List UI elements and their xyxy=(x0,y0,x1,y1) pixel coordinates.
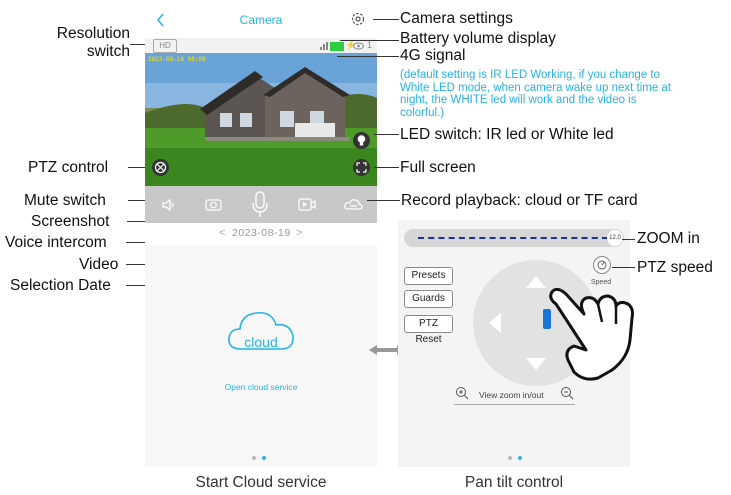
pointing-hand-icon xyxy=(549,287,634,381)
signal-icon xyxy=(320,42,328,50)
leader-line xyxy=(367,200,400,201)
control-bar xyxy=(145,186,377,223)
annotation-led-switch: LED switch: IR led or White led xyxy=(400,126,614,143)
phone-ptz-screen: 12.0 Presets Guards PTZ Reset Speed View… xyxy=(398,220,634,467)
ptz-icon xyxy=(154,161,167,174)
annotation-4g-signal: 4G signal xyxy=(400,47,466,64)
ptz-control-button[interactable] xyxy=(152,159,169,176)
page-dot xyxy=(252,456,256,460)
selected-date: 2023-08-19 xyxy=(232,227,291,239)
caption-pan-tilt: Pan tilt control xyxy=(464,474,564,491)
video-timestamp: 2023-08-19 08:08 xyxy=(148,56,206,63)
page-dot xyxy=(508,456,512,460)
zoom-out-icon[interactable] xyxy=(560,386,574,400)
viewer-count: 1 xyxy=(367,40,373,50)
zoom-divider xyxy=(454,404,575,405)
date-selector[interactable]: < 2023-08-19 > xyxy=(145,223,377,245)
top-bar: Camera xyxy=(145,5,377,41)
cloud-playback-icon[interactable] xyxy=(344,197,363,212)
eye-icon xyxy=(353,42,364,50)
screen-title: Camera xyxy=(239,13,283,27)
leader-line xyxy=(337,56,399,57)
lightbulb-icon xyxy=(357,135,366,146)
view-zoom-label: View zoom in/out xyxy=(479,390,544,400)
phone-cloud-screen: Camera HD ⚡ 1 2023-08-19 08:08 < 2023-08… xyxy=(145,5,377,467)
annotation-voice-intercom: Voice intercom xyxy=(5,234,107,251)
camera-scene xyxy=(145,53,377,186)
page-dot-active xyxy=(262,456,266,460)
gear-icon[interactable] xyxy=(350,11,366,27)
annotation-record-playback: Record playback: cloud or TF card xyxy=(401,192,638,209)
cloud-label: cloud xyxy=(244,334,278,350)
microphone-icon[interactable] xyxy=(250,191,270,219)
annotation-mute-switch: Mute switch xyxy=(24,192,106,209)
video-record-icon[interactable] xyxy=(298,197,316,212)
ptz-reset-button[interactable]: PTZ Reset xyxy=(404,315,453,345)
page-dot-active xyxy=(518,456,522,460)
fullscreen-button[interactable] xyxy=(353,159,370,176)
annotation-battery-volume: Battery volume display xyxy=(400,30,556,47)
prev-date-arrow-icon[interactable]: < xyxy=(219,227,225,239)
annotation-screenshot: Screenshot xyxy=(31,213,110,230)
annotation-video: Video xyxy=(79,256,119,273)
leader-line xyxy=(374,167,399,168)
leader-line xyxy=(373,19,399,20)
annotation-camera-settings: Camera settings xyxy=(400,10,513,27)
camera-video-feed[interactable]: 2023-08-19 08:08 xyxy=(145,53,377,186)
caption-cloud-service: Start Cloud service xyxy=(195,474,327,491)
camera-screenshot-icon[interactable] xyxy=(205,197,222,212)
leader-line xyxy=(612,267,635,268)
annotation-zoom-in: ZOOM in xyxy=(637,230,700,247)
zoom-slider[interactable]: 12.0 xyxy=(404,229,624,247)
open-cloud-service-link[interactable]: Open cloud service xyxy=(145,382,377,392)
speaker-mute-icon[interactable] xyxy=(161,197,177,213)
led-switch-button[interactable] xyxy=(353,132,370,149)
annotation-led-note: (default setting is IR LED Working, if y… xyxy=(400,69,672,119)
zoom-slider-thumb[interactable]: 12.0 xyxy=(607,230,623,246)
leader-line xyxy=(622,239,635,240)
cloud-service-panel: cloud Open cloud service xyxy=(145,245,377,467)
annotation-full-screen: Full screen xyxy=(400,159,476,176)
fullscreen-icon xyxy=(356,162,367,173)
presets-button[interactable]: Presets xyxy=(404,267,453,285)
leader-line xyxy=(374,134,399,135)
guards-button[interactable]: Guards xyxy=(404,290,453,308)
annotation-ptz-control: PTZ control xyxy=(28,159,109,176)
page: { "phone1": { "back_icon": "chevron-left… xyxy=(0,0,731,495)
annotation-selection-date: Selection Date xyxy=(10,277,111,294)
hd-button[interactable]: HD xyxy=(153,39,177,53)
annotation-ptz-speed: PTZ speed xyxy=(637,259,713,276)
leader-line xyxy=(130,44,145,45)
zoom-track xyxy=(418,237,608,239)
zoom-in-icon[interactable] xyxy=(455,386,469,400)
battery-icon xyxy=(330,42,344,51)
annotation-resolution-switch: Resolution switch xyxy=(56,25,130,60)
next-date-arrow-icon[interactable]: > xyxy=(296,227,302,239)
leader-line xyxy=(340,40,399,41)
